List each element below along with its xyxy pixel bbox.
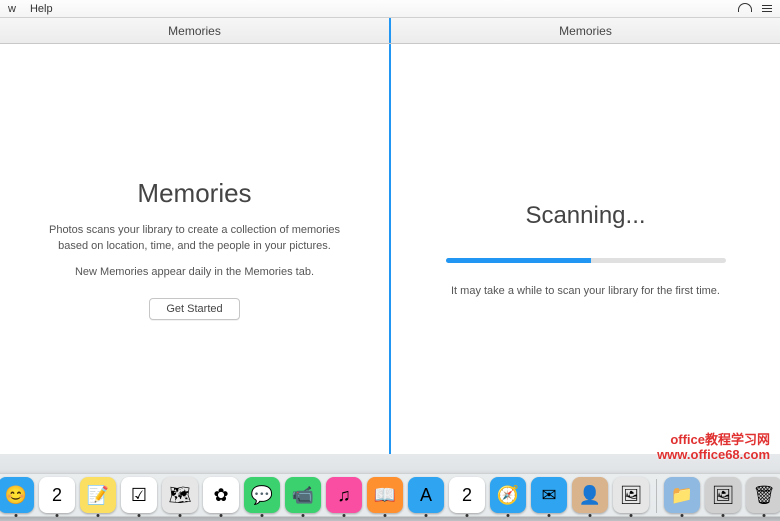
memories-subtext: New Memories appear daily in the Memorie…: [75, 266, 314, 278]
dock-icon-appstore[interactable]: A: [408, 477, 444, 513]
memories-title: Memories: [137, 178, 251, 209]
right-window-toolbar: Memories: [391, 18, 780, 43]
dock-icon-reminders[interactable]: ☑: [121, 477, 157, 513]
dock-icon-safari[interactable]: 🧭: [490, 477, 526, 513]
menu-item-help[interactable]: Help: [30, 3, 53, 15]
dock-icon-preview[interactable]: 🖼: [613, 477, 649, 513]
dock-icon-folder[interactable]: 📁: [664, 477, 700, 513]
watermark-line1: office教程学习网: [657, 432, 770, 448]
wifi-icon[interactable]: [738, 3, 752, 15]
dock-icon-messages[interactable]: 💬: [244, 477, 280, 513]
system-menubar: w Help: [0, 0, 780, 18]
dock-icon-trash[interactable]: 🗑: [746, 477, 780, 513]
watermark: office教程学习网 www.office68.com: [657, 432, 770, 463]
scanning-subtext: It may take a while to scan your library…: [451, 285, 720, 297]
right-toolbar-title: Memories: [559, 24, 612, 38]
content-area: Memories Photos scans your library to cr…: [0, 44, 780, 454]
left-toolbar-title: Memories: [168, 24, 221, 38]
dock-background: 😊2📝☑🗺✿💬📹♫📖A2🧭✉👤🖼📁🖼🗑: [0, 454, 780, 521]
dock-icon-maps[interactable]: 🗺: [162, 477, 198, 513]
get-started-button[interactable]: Get Started: [149, 298, 239, 320]
watermark-line2: www.office68.com: [657, 447, 770, 463]
dock-icon-contacts[interactable]: 👤: [572, 477, 608, 513]
menu-extras-icon[interactable]: [762, 5, 772, 13]
scanning-title: Scanning...: [525, 202, 645, 230]
dock-icon-screenshot[interactable]: 🖼: [705, 477, 741, 513]
right-pane-scanning: Scanning... It may take a while to scan …: [391, 44, 780, 454]
left-pane-memories-intro: Memories Photos scans your library to cr…: [0, 44, 391, 454]
scan-progress-fill: [446, 258, 592, 263]
dock-icon-calendar-2b[interactable]: 2: [449, 477, 485, 513]
window-toolbars: Memories Memories: [0, 18, 780, 44]
dock-separator: [656, 479, 657, 513]
menu-item-w[interactable]: w: [8, 3, 16, 15]
dock-icon-itunes[interactable]: ♫: [326, 477, 362, 513]
dock-icon-calendar-2a[interactable]: 2: [39, 477, 75, 513]
dock-icon-finder[interactable]: 😊: [0, 477, 34, 513]
dock-icon-mail[interactable]: ✉: [531, 477, 567, 513]
scan-progress-bar: [446, 258, 726, 263]
dock-icon-ibooks[interactable]: 📖: [367, 477, 403, 513]
dock-icon-photos[interactable]: ✿: [203, 477, 239, 513]
dock: 😊2📝☑🗺✿💬📹♫📖A2🧭✉👤🖼📁🖼🗑: [0, 473, 780, 517]
memories-description: Photos scans your library to create a co…: [40, 223, 349, 254]
dock-icon-facetime[interactable]: 📹: [285, 477, 321, 513]
left-window-toolbar: Memories: [0, 18, 391, 43]
dock-icon-notes[interactable]: 📝: [80, 477, 116, 513]
